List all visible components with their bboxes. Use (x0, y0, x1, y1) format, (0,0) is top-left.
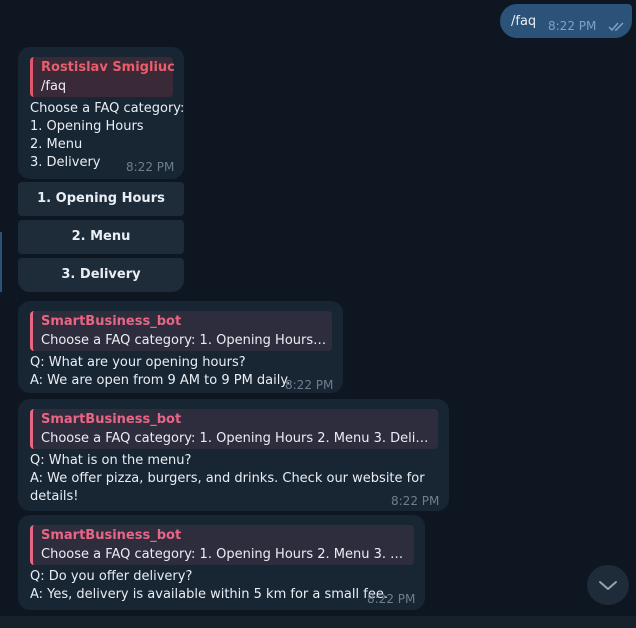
reply-quote[interactable]: Rostislav Smigliuc /faq (30, 57, 175, 97)
message-time: 8:22 PM (126, 160, 175, 174)
message-time: 8:22 PM (548, 19, 597, 33)
message-line: A: Yes, delivery is available within 5 k… (30, 587, 388, 602)
chat-selection-indicator (0, 232, 2, 292)
message-line: 3. Delivery (30, 155, 101, 170)
keyboard-button-delivery[interactable]: 3. Delivery (18, 258, 184, 292)
reply-author: SmartBusiness_bot (41, 314, 182, 329)
reply-quote[interactable]: SmartBusiness_bot Choose a FAQ category:… (30, 525, 414, 565)
message-line: Choose a FAQ category: (30, 101, 185, 116)
reply-text: Choose a FAQ category: 1. Opening Hours … (41, 431, 435, 446)
reply-author: SmartBusiness_bot (41, 412, 182, 427)
chevron-down-icon (599, 581, 617, 590)
message-time: 8:22 PM (367, 592, 416, 606)
reply-text: Choose a FAQ category: 1. Opening Hours … (41, 547, 409, 562)
keyboard-button-menu[interactable]: 2. Menu (18, 220, 184, 254)
keyboard-button-opening-hours[interactable]: 1. Opening Hours (18, 182, 184, 216)
message-line: A: We offer pizza, burgers, and drinks. … (30, 471, 425, 486)
faq-prompt-message[interactable]: Rostislav Smigliuc /faq Choose a FAQ cat… (18, 47, 184, 179)
reply-author: Rostislav Smigliuc (41, 60, 175, 75)
message-line: details! (30, 489, 79, 504)
reply-quote[interactable]: SmartBusiness_bot Choose a FAQ category:… (30, 311, 332, 351)
reply-text: /faq (41, 79, 67, 94)
composer-edge (0, 616, 636, 628)
scroll-to-bottom-button[interactable] (587, 565, 629, 605)
double-check-icon (608, 20, 626, 32)
message-time: 8:22 PM (391, 494, 440, 508)
message-line: Q: Do you offer delivery? (30, 569, 193, 584)
message-line: Q: What are your opening hours? (30, 355, 246, 370)
reply-quote[interactable]: SmartBusiness_bot Choose a FAQ category:… (30, 409, 438, 449)
bot-answer-message[interactable]: SmartBusiness_bot Choose a FAQ category:… (18, 301, 343, 393)
message-text: /faq (511, 14, 537, 29)
message-line: 1. Opening Hours (30, 119, 144, 134)
reply-author: SmartBusiness_bot (41, 528, 182, 543)
outgoing-message[interactable]: /faq 8:22 PM (500, 4, 632, 38)
reply-text: Choose a FAQ category: 1. Opening Hours … (41, 333, 327, 348)
message-line: 2. Menu (30, 137, 83, 152)
message-line: A: We are open from 9 AM to 9 PM daily. (30, 373, 291, 388)
bot-answer-message[interactable]: SmartBusiness_bot Choose a FAQ category:… (18, 399, 449, 511)
message-line: Q: What is on the menu? (30, 453, 192, 468)
bot-answer-message[interactable]: SmartBusiness_bot Choose a FAQ category:… (18, 515, 425, 610)
message-time: 8:22 PM (285, 378, 334, 392)
